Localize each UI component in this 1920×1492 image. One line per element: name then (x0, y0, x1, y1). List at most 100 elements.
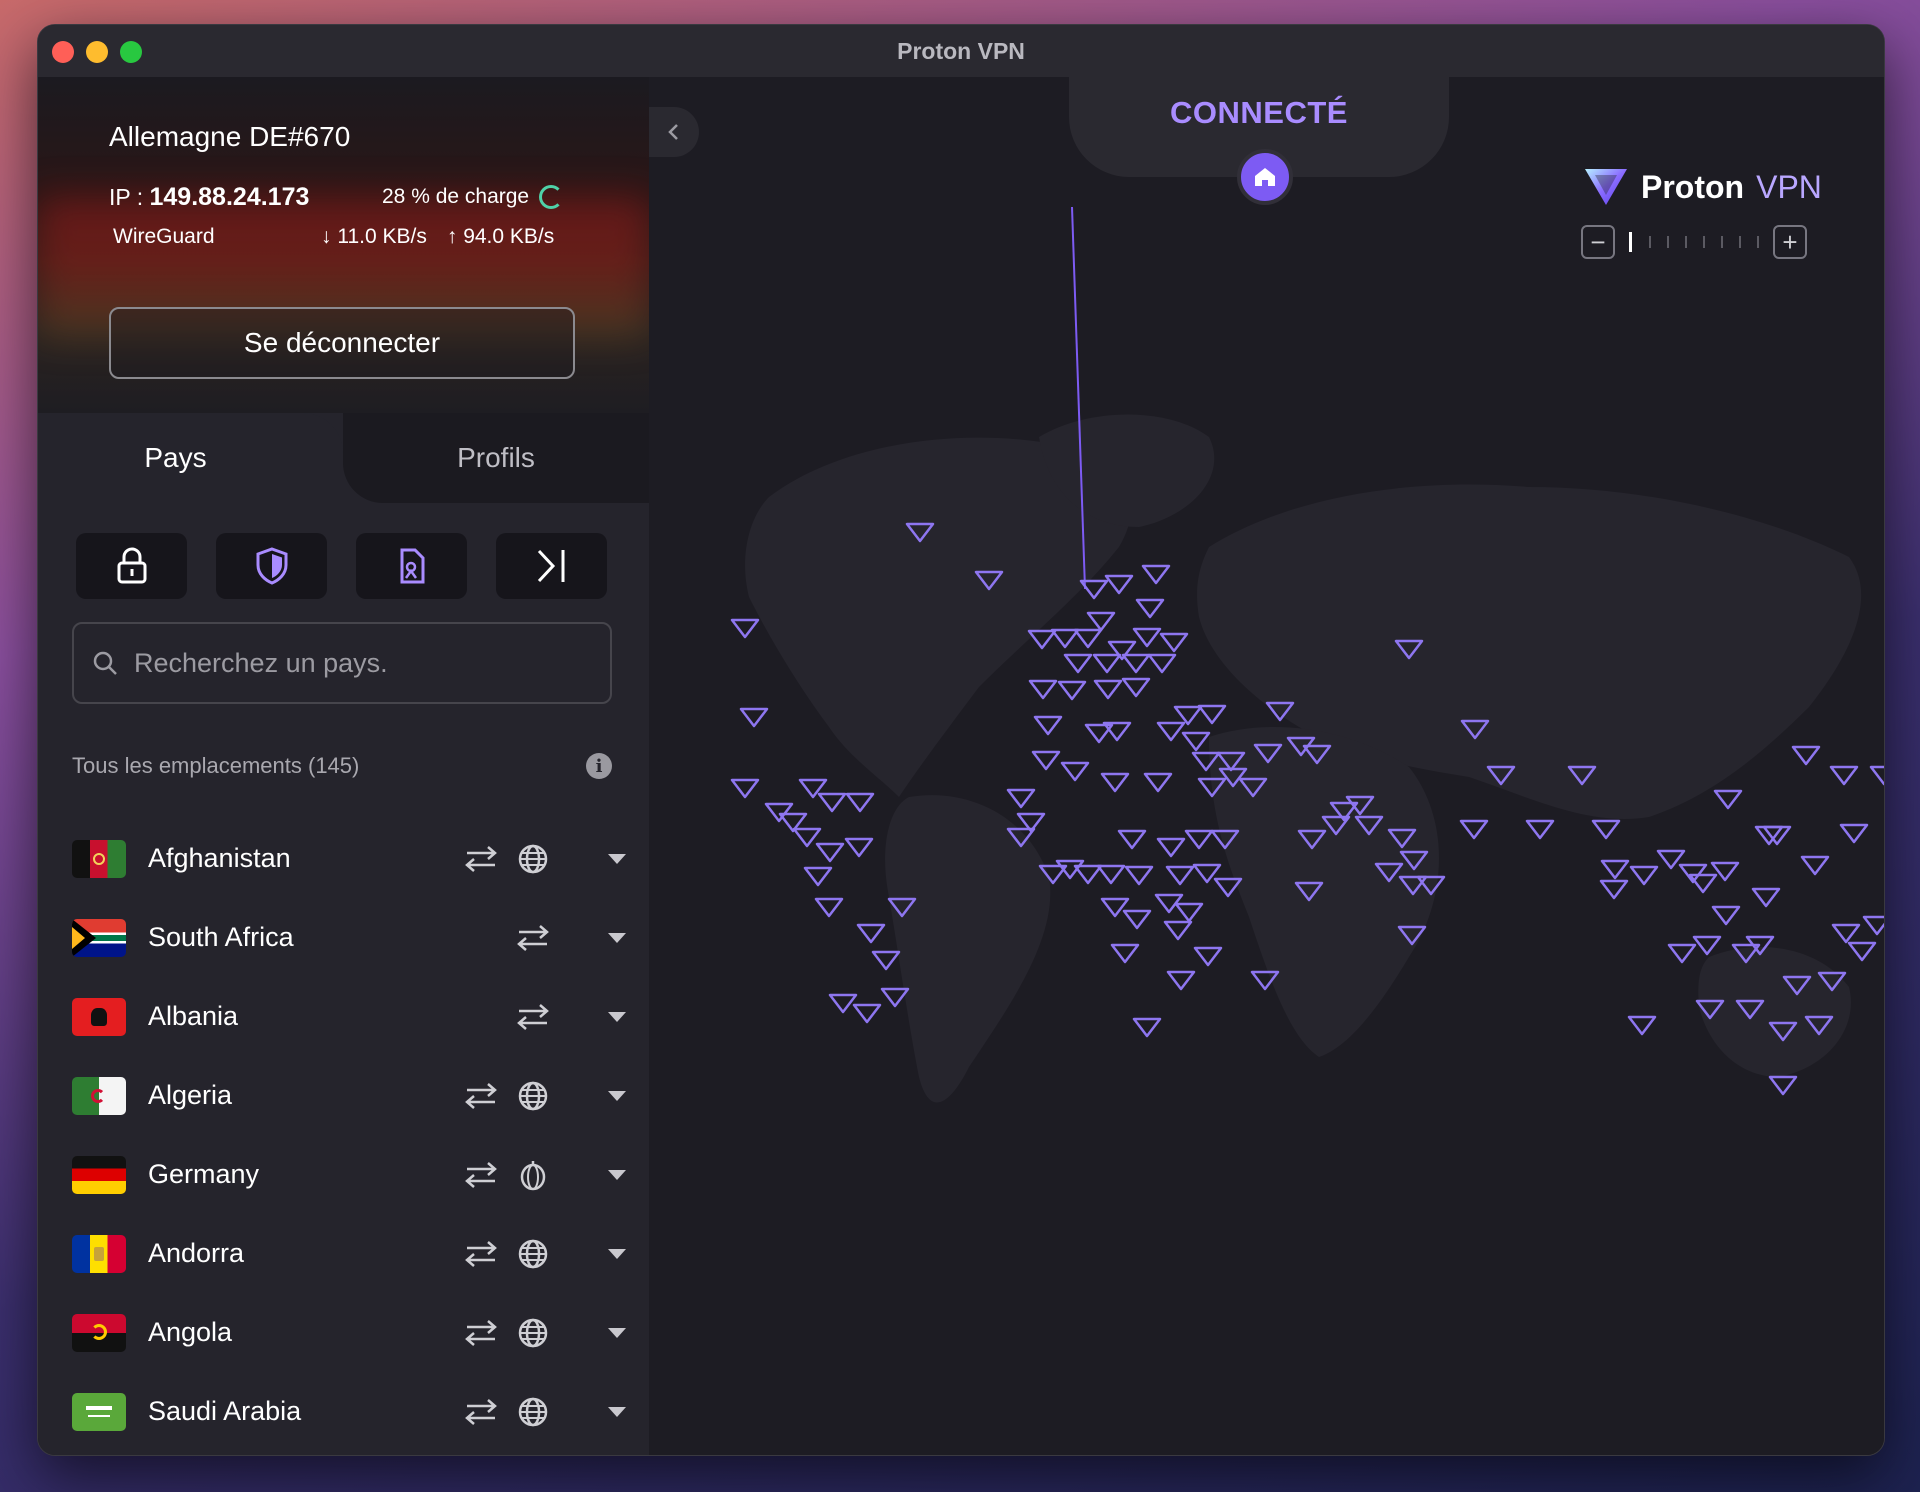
chevron-down-icon[interactable] (608, 1091, 626, 1101)
country-search-input[interactable] (134, 647, 594, 679)
south-africa-flag-icon (72, 918, 126, 957)
filter-secure-core-button[interactable] (496, 533, 607, 599)
africa-landmass (1209, 727, 1439, 1057)
tab-profiles[interactable]: Profils (343, 413, 649, 503)
globe-icon (516, 843, 550, 875)
locations-header: Tous les emplacements (145) i (72, 753, 612, 779)
disconnect-button[interactable]: Se déconnecter (109, 307, 575, 379)
server-name: Allemagne DE#670 (109, 121, 351, 152)
upload-speed: ↑ 94.0 KB/s (447, 225, 554, 249)
secure-core-icon (537, 549, 564, 583)
world-map (730, 206, 1884, 1103)
country-row-angola[interactable]: Angola (72, 1293, 632, 1372)
afghanistan-flag-icon (72, 839, 126, 878)
country-row-south-africa[interactable]: South Africa (72, 898, 632, 977)
ip-value: 149.88.24.173 (149, 183, 310, 211)
server-load: 28 % de charge (382, 185, 564, 209)
country-row-andorra[interactable]: Andorra (72, 1214, 632, 1293)
country-row-germany[interactable]: Germany (72, 1135, 632, 1214)
close-window-button[interactable] (52, 41, 74, 63)
home-location-pin[interactable] (1237, 149, 1293, 205)
search-icon (93, 651, 117, 675)
zoom-out-button[interactable]: − (1581, 225, 1615, 259)
andorra-flag-icon (72, 1234, 126, 1273)
chevron-down-icon[interactable] (608, 1407, 626, 1417)
country-list: Afghanistan South Africa Albania Algeria (72, 819, 632, 1455)
ip-address: IP : 149.88.24.173 (109, 183, 309, 212)
chevron-down-icon[interactable] (608, 933, 626, 943)
country-row-algeria[interactable]: Algeria (72, 1056, 632, 1135)
country-name: Angola (148, 1317, 233, 1347)
proton-logo-icon (1585, 169, 1627, 205)
zoom-slider[interactable] (1627, 232, 1761, 252)
arrows-exchange-icon (464, 1317, 498, 1349)
country-name: South Africa (148, 922, 294, 952)
germany-flag-icon (72, 1155, 126, 1194)
filter-shield-button[interactable] (216, 533, 327, 599)
country-row-afghanistan[interactable]: Afghanistan (72, 819, 632, 898)
chevron-down-icon[interactable] (608, 1328, 626, 1338)
saudi-arabia-flag-icon (72, 1392, 126, 1431)
ip-label: IP : (109, 184, 144, 210)
arrows-exchange-icon (464, 843, 498, 875)
shield-icon (256, 547, 287, 585)
locations-count: Tous les emplacements (145) (72, 753, 360, 778)
chevron-down-icon[interactable] (608, 1249, 626, 1259)
australia-landmass (1698, 947, 1851, 1077)
globe-icon (516, 1238, 550, 1270)
upload-speed-value: 94.0 KB/s (463, 225, 555, 248)
tab-countries[interactable]: Pays (38, 413, 343, 503)
filter-streaming-button[interactable] (356, 533, 467, 599)
download-speed-value: 11.0 KB/s (337, 225, 427, 248)
window-controls (52, 41, 142, 63)
filter-lock-button[interactable] (76, 533, 187, 599)
globe-icon (516, 1080, 550, 1112)
zoom-control: − + (1581, 225, 1807, 259)
country-name: Germany (148, 1159, 260, 1189)
arrows-exchange-icon (464, 1080, 498, 1112)
algeria-flag-icon (72, 1076, 126, 1115)
load-ring-icon (539, 185, 564, 209)
globe-icon (516, 1317, 550, 1349)
connection-panel: Allemagne DE#670 IP : 149.88.24.173 28 %… (38, 77, 649, 413)
info-icon[interactable]: i (586, 753, 612, 779)
zoom-in-button[interactable]: + (1773, 225, 1807, 259)
app-window: Proton VPN Allemagne DE#670 IP : 149.88.… (37, 24, 1885, 1456)
arrows-exchange-icon (464, 1159, 498, 1191)
protocol: WireGuard (113, 225, 215, 248)
collapse-sidebar-button[interactable] (649, 107, 699, 157)
transfer-speeds: ↓ 11.0 KB/s ↑ 94.0 KB/s (321, 225, 554, 249)
arrow-up-icon: ↑ (446, 225, 458, 248)
country-row-partial[interactable] (72, 1451, 632, 1455)
globe-icon (516, 1396, 550, 1428)
brand-name: Proton (1641, 168, 1745, 205)
map-area[interactable]: CONNECTÉ Proton VPN − + (649, 77, 1884, 1455)
download-speed: ↓ 11.0 KB/s (321, 225, 427, 249)
chevron-down-icon[interactable] (608, 1012, 626, 1022)
minimize-window-button[interactable] (86, 41, 108, 63)
window-title: Proton VPN (897, 37, 1025, 64)
zoom-window-button[interactable] (120, 41, 142, 63)
arrows-exchange-icon (464, 1238, 498, 1270)
connection-status: CONNECTÉ (1170, 95, 1348, 130)
feature-filters (76, 533, 607, 599)
country-name: Andorra (148, 1238, 245, 1268)
country-row-albania[interactable]: Albania (72, 977, 632, 1056)
country-name: Afghanistan (148, 843, 291, 873)
title-bar: Proton VPN (38, 25, 1884, 77)
country-row-saudi-arabia[interactable]: Saudi Arabia (72, 1372, 632, 1451)
home-icon (1255, 168, 1275, 186)
chevron-down-icon[interactable] (608, 854, 626, 864)
country-name: Saudi Arabia (148, 1396, 302, 1426)
streaming-icon (400, 548, 424, 584)
brand-suffix: VPN (1756, 168, 1822, 205)
country-name: Algeria (148, 1080, 233, 1110)
search-box (72, 622, 612, 704)
chevron-left-icon (668, 124, 678, 140)
lock-icon (117, 547, 146, 584)
server-load-text: 28 % de charge (382, 185, 530, 208)
sidebar: Allemagne DE#670 IP : 149.88.24.173 28 %… (38, 77, 649, 1455)
albania-flag-icon (72, 997, 126, 1036)
country-name: Albania (148, 1001, 239, 1031)
chevron-down-icon[interactable] (608, 1170, 626, 1180)
